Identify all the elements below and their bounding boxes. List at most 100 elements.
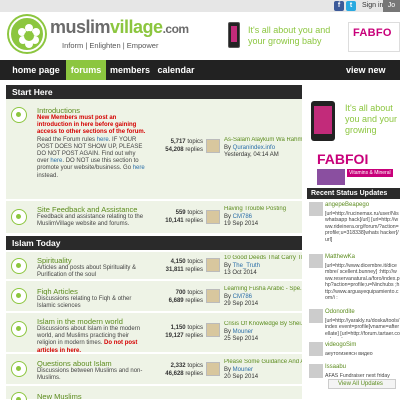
view-all-updates-link[interactable]: View All Updates <box>338 381 383 387</box>
section-start-here: Start Here Introductions New Members mus… <box>6 85 302 234</box>
forum-row-spirituality[interactable]: Spirituality Articles and posts about Sp… <box>6 252 302 280</box>
last-post-author: By Quranindex.info <box>224 145 302 153</box>
status-text: [url=http://rucinemax.ru/user/Nis whatsa… <box>325 211 399 243</box>
nav-members[interactable]: members <box>108 60 152 80</box>
avatar[interactable] <box>309 309 323 323</box>
status-item[interactable]: angepeBeapego [url=http://rucinemax.ru/u… <box>307 202 400 254</box>
last-post-title[interactable]: Learning Fusha Arabic - Spe... <box>224 286 302 294</box>
forum-row-introductions[interactable]: Introductions New Members must post an i… <box>6 99 302 200</box>
last-post-user[interactable]: The_Truth <box>233 263 260 269</box>
status-item[interactable]: MatthewKa [url=http://www.dicembre.it/di… <box>307 254 400 308</box>
forum-title[interactable]: Questions about Islam <box>37 359 112 368</box>
user-avatar[interactable] <box>206 258 220 272</box>
last-post: 10 Good Deeds That Carry Th... By The_Tr… <box>224 255 302 278</box>
header-ad-text: It's all about you and your growing baby <box>248 25 331 46</box>
last-post-title[interactable]: 10 Good Deeds That Carry Th... <box>224 255 302 263</box>
status-item[interactable]: videogoSim аеутогизеясн видео <box>307 342 400 362</box>
last-post-author: By Mouner <box>224 329 302 337</box>
nav-view-new-content[interactable]: view new cont <box>346 60 400 95</box>
last-post-time: 20 Sep 2014 <box>224 374 259 380</box>
why-link[interactable]: here <box>50 158 62 164</box>
user-avatar[interactable] <box>206 323 220 337</box>
forum-title[interactable]: Introductions <box>37 106 80 115</box>
topic-count: 559 <box>175 210 186 216</box>
status-updates-title: Recent Status Updates <box>307 188 400 199</box>
logo-icon[interactable] <box>9 16 45 52</box>
forum-row-fiqh-articles[interactable]: Fiqh Articles Discussions relating to Fi… <box>6 281 302 312</box>
last-post-title[interactable]: Please Some Guidance And Ad... <box>224 359 302 367</box>
user-avatar[interactable] <box>206 289 220 303</box>
last-post: As-Salam Alaykum Wa Rahmatu... By Qurani… <box>224 137 302 160</box>
topics-label: topics <box>187 210 203 216</box>
last-post-title[interactable]: As-Salam Alaykum Wa Rahmatu... <box>224 137 302 145</box>
nav-calendar[interactable]: calendar <box>154 60 198 80</box>
user-avatar[interactable] <box>206 139 220 153</box>
forum-row-new-muslims[interactable]: New Muslims <box>6 386 302 400</box>
forum-icon <box>11 209 27 225</box>
last-post-user[interactable]: Quranindex.info <box>233 145 275 151</box>
forum-icon <box>11 107 27 123</box>
last-post-user[interactable]: CM786 <box>233 294 252 300</box>
forum-title[interactable]: Islam in the modern world <box>37 317 123 326</box>
forum-description: Discussions about Islam in the modern wo… <box>37 326 147 355</box>
last-post: Learning Fusha Arabic - Spe... By CM786 … <box>224 286 302 309</box>
nav-forums[interactable]: forums <box>66 60 106 80</box>
forum-stats: 1,150 topics 19,127 replies <box>151 325 203 340</box>
status-user[interactable]: videogoSim <box>325 342 356 348</box>
reply-count: 10,141 <box>165 217 184 224</box>
last-post-user[interactable]: Mouner <box>233 367 253 373</box>
forum-title[interactable]: New Muslims <box>37 392 82 400</box>
last-post-title[interactable]: Having Trouble Posting <box>224 206 302 214</box>
promote-link[interactable]: here <box>133 165 145 171</box>
forum-stats: 5,717 topics 54,208 replies <box>151 139 203 154</box>
by-label: By <box>224 366 233 373</box>
status-user[interactable]: angepeBeapego <box>325 202 369 208</box>
user-avatar[interactable] <box>206 362 220 376</box>
forum-title[interactable]: Fiqh Articles <box>37 287 78 296</box>
last-post-title[interactable]: Crisis Of Knowledge By Shei... <box>224 321 302 329</box>
replies-label: replies <box>185 297 203 304</box>
by-label: By <box>224 328 233 335</box>
status-updates-panel: Recent Status Updates angepeBeapego [url… <box>307 188 400 400</box>
forum-row-site-feedback[interactable]: Site Feedback and Assistance Feedback an… <box>6 201 302 234</box>
topic-count: 4,150 <box>170 259 186 265</box>
sidebar-ad[interactable]: It's all about you and your growing FABF… <box>307 93 400 188</box>
avatar[interactable] <box>309 342 323 356</box>
forum-title[interactable]: Spirituality <box>37 256 72 265</box>
last-post-user[interactable]: Mouner <box>233 329 253 335</box>
site-tagline: Inform | Enlighten | Empower <box>62 41 159 50</box>
header-ad[interactable]: It's all about you and your growing baby… <box>224 22 400 52</box>
site-logo[interactable]: muslimvillage.com <box>50 16 189 40</box>
reply-count: 54,208 <box>165 146 184 153</box>
last-post-time: Yesterday, 04:14 AM <box>224 152 279 158</box>
join-button[interactable]: Jo <box>383 0 400 12</box>
signin-link[interactable]: Sign in <box>362 1 383 11</box>
topic-count: 2,332 <box>170 363 186 369</box>
last-post-time: 29 Sep 2014 <box>224 301 259 307</box>
status-user[interactable]: Issaabu <box>325 364 346 370</box>
last-post-user[interactable]: CM786 <box>233 214 252 220</box>
nav-home[interactable]: home page <box>6 60 66 80</box>
status-item[interactable]: Odonordite [url=http://yarakly.ru/doska/… <box>307 309 400 341</box>
twitter-icon[interactable]: t <box>346 1 356 11</box>
avatar[interactable] <box>309 364 323 378</box>
rules-link[interactable]: here <box>97 137 109 143</box>
sidebar-ad-brand-box: FABFOI Vitamins & Mineral <box>311 149 400 185</box>
status-user[interactable]: MatthewKa <box>325 254 355 260</box>
status-user[interactable]: Odonordite <box>325 309 355 315</box>
forum-title[interactable]: Site Feedback and Assistance <box>37 205 137 214</box>
replies-label: replies <box>185 146 203 153</box>
forum-description: Discussions between Muslims and non-Musl… <box>37 368 143 382</box>
last-post: Crisis Of Knowledge By Shei... By Mouner… <box>224 321 302 344</box>
avatar[interactable] <box>309 254 323 268</box>
forum-row-questions-about-islam[interactable]: Questions about Islam Discussions betwee… <box>6 354 302 385</box>
desc-text: instead. <box>37 172 59 179</box>
replies-label: replies <box>185 370 203 377</box>
status-text: [url=http://yarakly.ru/doska/tools/index… <box>325 318 400 338</box>
user-avatar[interactable] <box>206 210 220 224</box>
facebook-icon[interactable]: f <box>334 1 344 11</box>
forum-stats: 700 topics 6,689 replies <box>151 290 203 305</box>
forum-row-islam-modern-world[interactable]: Islam in the modern world Discussions ab… <box>6 313 302 355</box>
topic-count: 700 <box>175 290 186 296</box>
avatar[interactable] <box>309 202 323 216</box>
